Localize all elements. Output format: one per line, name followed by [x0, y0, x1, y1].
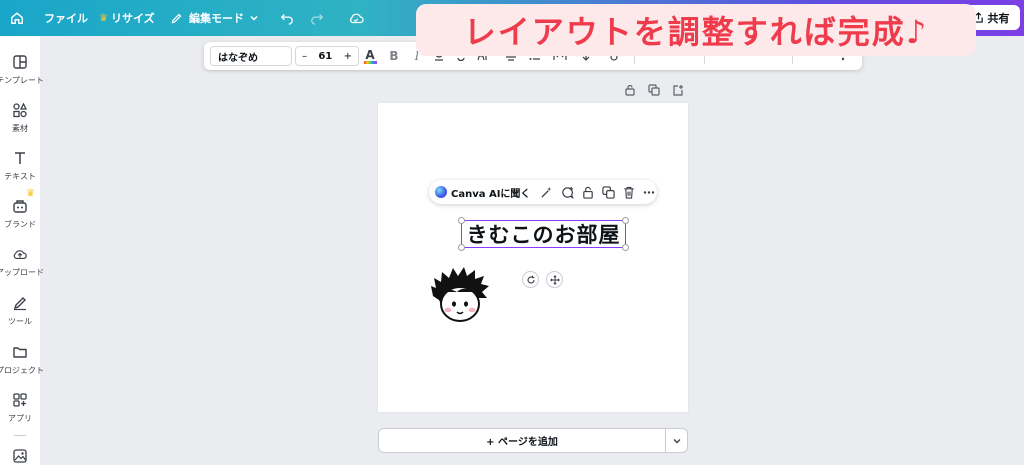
caption-banner-text: レイアウトを調整すれば完成♪: [463, 13, 929, 51]
add-page-icon: [673, 85, 683, 96]
cloud-save-status[interactable]: [348, 0, 364, 36]
unlock-icon: [583, 186, 594, 199]
duplicate-icon: [648, 84, 660, 96]
redo-icon: [310, 11, 324, 25]
rotate-icon: [527, 275, 535, 284]
sidebar-item-label: ブランド: [4, 220, 36, 229]
color-bar: [363, 60, 377, 64]
file-menu-label: ファイル: [44, 12, 88, 25]
font-size-increase-button[interactable]: +: [344, 51, 352, 62]
sidebar-item-text[interactable]: テキスト: [0, 148, 40, 182]
more-options-button[interactable]: [643, 186, 655, 199]
home-button[interactable]: [10, 0, 24, 36]
sidebar-item-label: テンプレート: [0, 76, 44, 85]
add-page-label: + ページを追加: [486, 437, 558, 448]
move-icon: [549, 274, 560, 285]
magic-edit-button[interactable]: [540, 186, 553, 199]
sidebar-item-label: プロジェクト: [0, 366, 44, 375]
edit-mode-dropdown[interactable]: 編集モード: [170, 0, 259, 36]
add-page-icon-button[interactable]: [672, 84, 684, 98]
font-size-value[interactable]: 61: [318, 51, 332, 62]
image-icon: [10, 446, 30, 465]
sidebar-item-apps[interactable]: アプリ: [0, 390, 40, 424]
text-color-icon: A: [365, 47, 375, 62]
resize-handle-top-left[interactable]: [458, 217, 465, 224]
sidebar-divider: [14, 435, 26, 436]
sidebar-item-upload[interactable]: アップロード: [0, 244, 44, 278]
font-size-stepper[interactable]: – 61 +: [295, 46, 359, 66]
sidebar-item-projects[interactable]: プロジェクト: [0, 342, 44, 376]
character-avatar[interactable]: [429, 264, 491, 324]
pencil-icon: [170, 12, 183, 25]
brand-icon: [10, 196, 30, 216]
duplicate-page-button[interactable]: [648, 84, 660, 98]
sidebar-item-template[interactable]: テンプレート: [0, 52, 44, 86]
left-sidebar: テンプレート 素材 テキスト ♛ ブランド アップロード ツール プロジェクト …: [0, 36, 44, 465]
edit-mode-label: 編集モード: [189, 12, 244, 25]
avatar-illustration: [431, 267, 489, 322]
resize-handle-top-right[interactable]: [622, 217, 629, 224]
tools-icon: [10, 293, 30, 313]
canvas-text: きむこのお部屋: [466, 223, 621, 247]
selected-text-element[interactable]: きむこのお部屋: [461, 220, 626, 248]
lock-page-button[interactable]: [624, 84, 636, 98]
sidebar-item-photos[interactable]: [0, 446, 40, 465]
duplicate-element-button[interactable]: [602, 185, 616, 199]
text-icon: [10, 148, 30, 168]
chevron-down-icon: [673, 438, 680, 443]
sidebar-item-brand[interactable]: ♛ ブランド: [0, 188, 40, 230]
template-icon: [10, 52, 30, 72]
sidebar-item-label: 素材: [12, 124, 28, 133]
design-page[interactable]: [378, 103, 688, 412]
elements-icon: [10, 100, 30, 120]
more-horizontal-icon: [644, 190, 655, 194]
redo-button[interactable]: [310, 0, 324, 36]
undo-icon: [280, 11, 294, 25]
bold-button[interactable]: B: [387, 47, 401, 65]
comment-add-icon: [562, 186, 575, 199]
resize-button[interactable]: ♛ リサイズ: [99, 0, 155, 36]
rotate-handle[interactable]: [522, 271, 539, 288]
folder-icon: [10, 342, 30, 362]
sidebar-item-label: ツール: [8, 317, 32, 326]
add-page-options-button[interactable]: [666, 428, 688, 453]
element-context-menu: Canva AIに聞く: [429, 180, 657, 204]
share-label: 共有: [987, 11, 1010, 25]
delete-element-button[interactable]: [623, 186, 635, 199]
font-family-value: はなぞめ: [218, 52, 258, 64]
lock-element-button[interactable]: [582, 186, 594, 199]
sidebar-item-elements[interactable]: 素材: [0, 100, 40, 134]
chevron-down-icon: [249, 13, 259, 23]
font-size-decrease-button[interactable]: –: [302, 51, 307, 62]
trash-icon: [624, 186, 635, 199]
sidebar-item-label: アプリ: [8, 414, 32, 423]
lock-icon: [625, 84, 635, 96]
caption-banner: レイアウトを調整すれば完成♪: [416, 4, 976, 56]
resize-label: リサイズ: [110, 12, 155, 25]
move-handle[interactable]: [546, 271, 563, 288]
home-icon: [10, 11, 24, 25]
cloud-check-icon: [348, 11, 364, 25]
font-family-dropdown[interactable]: はなぞめ: [210, 46, 292, 66]
sidebar-item-tools[interactable]: ツール: [0, 293, 40, 327]
apps-icon: [10, 390, 30, 410]
file-menu[interactable]: ファイル: [44, 0, 88, 36]
crown-icon: ♛: [26, 188, 35, 199]
resize-handle-bottom-right[interactable]: [622, 244, 629, 251]
canva-ai-icon: [435, 186, 447, 198]
sidebar-item-label: アップロード: [0, 268, 44, 277]
resize-handle-bottom-left[interactable]: [458, 244, 465, 251]
upload-icon: [10, 244, 30, 264]
crown-icon: ♛: [99, 12, 108, 24]
undo-button[interactable]: [280, 0, 294, 36]
sidebar-item-label: テキスト: [4, 172, 36, 181]
ask-canva-ai-button[interactable]: Canva AIに聞く: [451, 185, 530, 200]
duplicate-icon: [602, 185, 616, 199]
add-page-button[interactable]: + ページを追加: [378, 428, 666, 453]
bold-icon: B: [389, 49, 399, 63]
comment-button[interactable]: [561, 186, 575, 199]
magic-wand-icon: [541, 186, 553, 198]
text-color-button[interactable]: A: [362, 47, 378, 65]
page-actions: [624, 84, 684, 98]
